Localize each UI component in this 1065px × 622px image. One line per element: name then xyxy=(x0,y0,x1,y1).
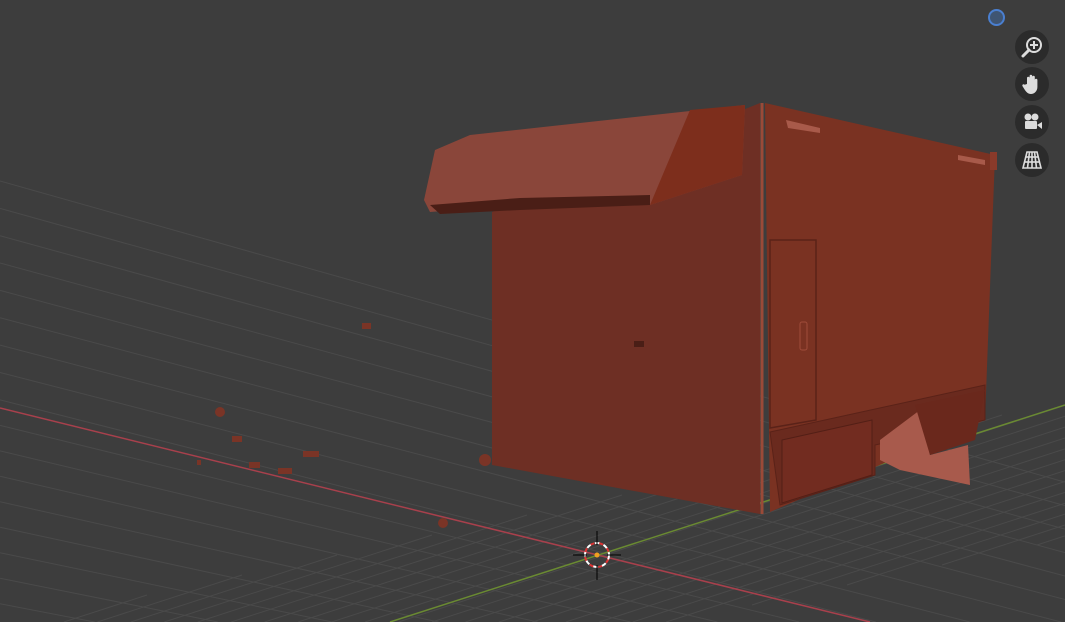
truck-body-mesh[interactable] xyxy=(424,103,997,514)
grid-line xyxy=(751,502,1065,606)
camera-view-icon xyxy=(1024,113,1042,129)
zoom-button[interactable] xyxy=(1015,30,1049,64)
side-light xyxy=(990,152,997,170)
scene-canvas[interactable] xyxy=(0,0,1065,622)
perspective-toggle-button[interactable] xyxy=(1015,143,1049,177)
view-orientation-gizmo[interactable] xyxy=(988,9,1005,26)
grid-line xyxy=(0,475,631,622)
3d-viewport[interactable] xyxy=(0,0,1065,622)
camera-view-button[interactable] xyxy=(1015,105,1049,139)
perspective-grid-icon xyxy=(1021,151,1043,169)
grid-line xyxy=(164,534,433,622)
wheel-stub xyxy=(479,454,491,466)
grid-line xyxy=(130,554,338,622)
zoom-icon xyxy=(1021,37,1042,58)
grid-line xyxy=(666,491,1065,622)
grid-line xyxy=(264,474,718,622)
pan-hand-icon xyxy=(1022,74,1038,94)
bolt xyxy=(634,341,644,347)
grid-line xyxy=(231,494,623,622)
grid-line xyxy=(0,603,95,622)
grid-line xyxy=(846,513,1065,586)
grid-line xyxy=(0,526,439,622)
grid-line xyxy=(941,524,1065,566)
grid-line xyxy=(1036,535,1065,546)
pan-button[interactable] xyxy=(1015,67,1049,101)
3d-cursor-icon[interactable] xyxy=(573,531,621,580)
